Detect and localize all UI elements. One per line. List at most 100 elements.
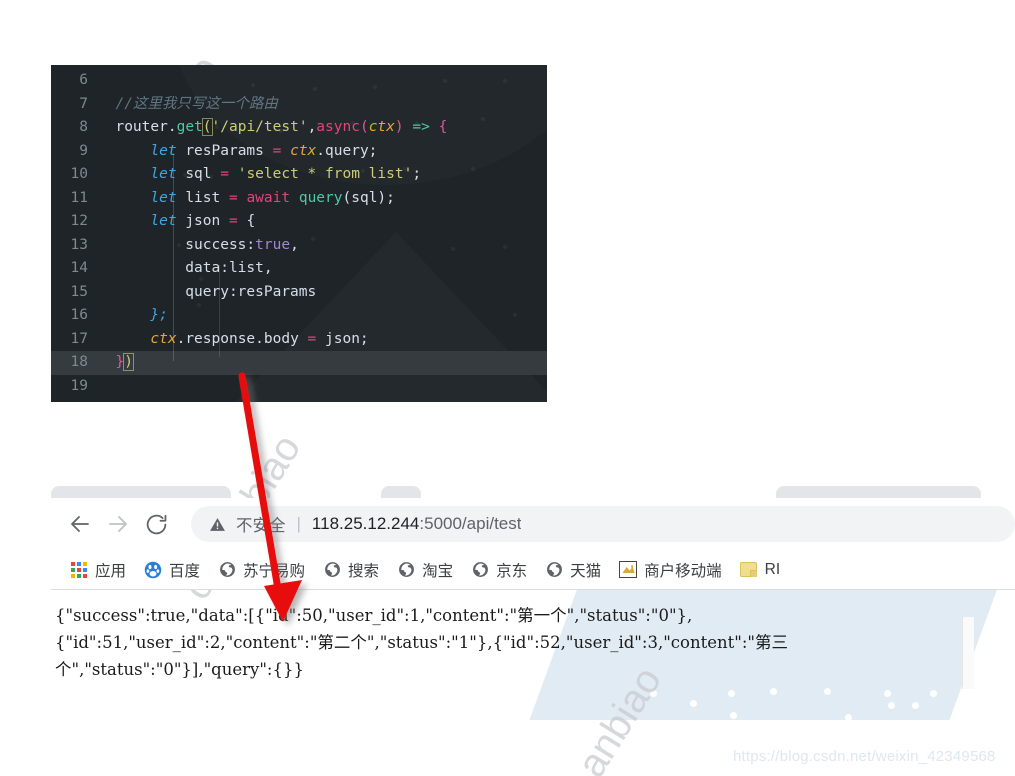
bookmark-label: 百度 <box>169 562 201 580</box>
line-number: 14 <box>70 260 88 276</box>
code-token: query:resParams <box>98 283 317 300</box>
code-line[interactable]: 6 <box>51 69 547 93</box>
code-token: 'select * from list' <box>237 166 413 182</box>
code-line-text: }) <box>98 351 547 375</box>
security-status-label: 不安全 <box>236 517 286 535</box>
code-line-text: data:list, <box>98 257 547 281</box>
bookmark-item-1[interactable]: 应用 <box>61 555 135 585</box>
code-line[interactable]: 14 data:list, <box>51 257 547 281</box>
forward-arrow-icon[interactable] <box>99 505 137 543</box>
url-host: 118.25.12.244 <box>311 514 420 533</box>
bookmark-label: 商户移动端 <box>644 562 722 580</box>
code-token: => <box>412 119 430 135</box>
code-line[interactable]: 19 <box>51 375 547 399</box>
line-number: 12 <box>70 213 88 229</box>
line-number: 18 <box>70 354 88 370</box>
line-number: 9 <box>79 142 88 159</box>
code-line[interactable]: 9 let resParams = ctx.query; <box>51 140 547 164</box>
code-token: } <box>115 354 125 370</box>
code-token: , <box>307 119 317 135</box>
code-line[interactable]: 13 success:true, <box>51 234 547 258</box>
code-line[interactable]: 15 query:resParams <box>51 281 547 305</box>
code-line[interactable]: 11 let list = await query(sql); <box>51 187 547 211</box>
reload-icon[interactable] <box>137 505 175 543</box>
code-line[interactable]: 12 let json = { <box>51 210 547 234</box>
code-line-text: router.get('/api/test',async(ctx) => { <box>98 116 547 140</box>
bookmark-item-9[interactable]: RI <box>731 555 790 585</box>
background-dot <box>730 712 737 719</box>
code-token: query <box>298 189 343 206</box>
code-line-text <box>98 69 547 93</box>
code-line[interactable]: 10 let sql = 'select * from list'; <box>51 163 547 187</box>
bookmark-item-4[interactable]: 搜索 <box>314 555 388 585</box>
bookmark-item-6[interactable]: 京东 <box>462 555 536 585</box>
code-token: { <box>438 119 448 135</box>
code-token: ctx <box>368 119 395 135</box>
code-token: let <box>150 189 177 206</box>
code-token: = <box>307 330 317 347</box>
bookmark-item-5[interactable]: 淘宝 <box>388 555 462 585</box>
code-line-text: query:resParams <box>98 281 547 305</box>
response-body: {"success":true,"data":[{"id":50,"user_i… <box>51 590 951 683</box>
omnibox-separator: | <box>296 514 301 533</box>
tab-strip[interactable] <box>51 480 1015 498</box>
code-lines-container[interactable]: 67 //这里我只写这一个路由 8 router.get('/api/test',… <box>51 65 547 398</box>
code-token: .response.body <box>176 330 308 347</box>
code-token: async <box>316 119 360 135</box>
browser-tab[interactable] <box>776 486 981 498</box>
bookmark-label: 天猫 <box>570 562 602 580</box>
code-token: = <box>220 166 229 182</box>
code-token: ctx <box>150 330 177 347</box>
line-number: 17 <box>70 330 88 347</box>
code-token: { <box>246 213 256 229</box>
bookmark-item-3[interactable]: 苏宁易购 <box>209 555 314 585</box>
url-text[interactable]: 118.25.12.244:5000/api/test <box>312 514 522 534</box>
code-line[interactable]: 17 ctx.response.body = json; <box>51 328 547 352</box>
code-token: json; <box>316 330 369 347</box>
line-number: 7 <box>79 95 88 112</box>
code-token: router <box>115 119 168 135</box>
code-line[interactable]: 8 router.get('/api/test',async(ctx) => { <box>51 116 547 140</box>
code-token: ) <box>123 353 134 371</box>
bookmark-item-8[interactable]: 商户移动端 <box>610 555 731 585</box>
code-line-text: }; <box>98 304 547 328</box>
browser-window: 不安全 | 118.25.12.244:5000/api/test 应用 百度 苏宁… <box>51 480 1015 712</box>
code-token: list <box>176 189 229 206</box>
code-line-text: ctx.response.body = json; <box>98 328 547 352</box>
browser-tab[interactable] <box>381 486 421 498</box>
address-bar[interactable]: 不安全 | 118.25.12.244:5000/api/test <box>191 506 1015 542</box>
shop-icon <box>619 561 638 579</box>
csdn-watermark: https://blog.csdn.net/weixin_42349568 <box>733 748 996 765</box>
bookmarks-bar[interactable]: 应用 百度 苏宁易购 搜索 淘宝 京东 天猫 商户移动端 RI <box>51 550 1015 590</box>
code-token: get <box>176 119 203 135</box>
apps-grid-icon <box>70 561 88 579</box>
code-line[interactable]: 18 }) <box>51 351 547 375</box>
code-token: let <box>150 166 177 182</box>
back-arrow-icon[interactable] <box>61 505 99 543</box>
code-token: let <box>150 142 177 159</box>
globe-icon <box>218 561 236 579</box>
code-token: data:list, <box>98 260 273 276</box>
scrollbar-track[interactable] <box>962 617 974 689</box>
bookmark-item-7[interactable]: 天猫 <box>536 555 610 585</box>
bookmark-item-2[interactable]: 百度 <box>135 555 209 585</box>
code-token: //这里我只写这一个路由 <box>115 95 278 112</box>
code-token: = <box>228 189 238 206</box>
code-line[interactable]: 16 }; <box>51 304 547 328</box>
code-editor[interactable]: 67 //这里我只写这一个路由 8 router.get('/api/test',… <box>51 65 547 402</box>
code-token: . <box>167 119 177 135</box>
code-token: ( <box>201 118 213 136</box>
bookmark-label: RI <box>764 560 781 578</box>
code-line-text <box>98 375 547 399</box>
line-number: 15 <box>70 283 88 300</box>
globe-icon <box>323 561 341 579</box>
browser-tab[interactable] <box>51 486 231 498</box>
code-token: let <box>150 213 177 229</box>
code-line[interactable]: 7 //这里我只写这一个路由 <box>51 93 547 117</box>
background-dot <box>845 714 852 721</box>
